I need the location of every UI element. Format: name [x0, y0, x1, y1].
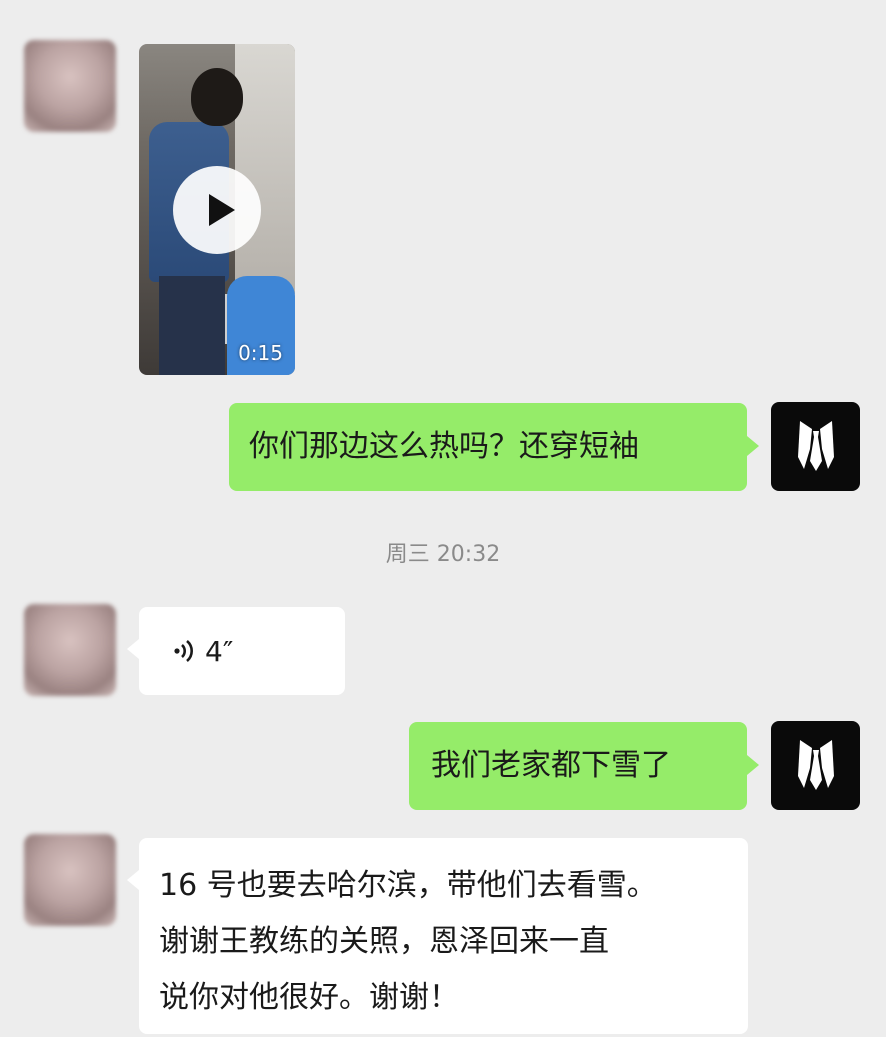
- video-thumbnail-person-legs: [159, 276, 225, 375]
- voice-message-bubble[interactable]: 4″: [127, 607, 345, 695]
- video-duration: 0:15: [238, 341, 283, 365]
- outgoing-message-bubble[interactable]: 我们老家都下雪了: [409, 722, 759, 810]
- message-line: 说你对他很好。谢谢！: [159, 980, 459, 1015]
- message-line: 16 号也要去哈尔滨，带他们去看雪。: [159, 868, 657, 903]
- play-icon[interactable]: [173, 166, 261, 254]
- contact-avatar[interactable]: [24, 834, 116, 926]
- message-text: 我们老家都下雪了: [431, 748, 671, 783]
- suit-tie-avatar-icon: [797, 420, 834, 471]
- message-text: 你们那边这么热吗？还穿短袖: [249, 429, 639, 464]
- self-avatar[interactable]: [771, 402, 860, 491]
- voice-length: 4″: [205, 634, 234, 668]
- voice-wave-icon: [174, 640, 193, 662]
- contact-avatar[interactable]: [24, 604, 116, 696]
- chat-timestamp: 周三 20:32: [385, 542, 501, 567]
- contact-avatar[interactable]: [24, 40, 116, 132]
- suit-tie-avatar-icon: [797, 739, 834, 790]
- video-thumbnail-person-head: [191, 68, 243, 126]
- incoming-message-bubble[interactable]: 16 号也要去哈尔滨，带他们去看雪。 谢谢王教练的关照，恩泽回来一直 说你对他很…: [127, 838, 748, 1034]
- self-avatar[interactable]: [771, 721, 860, 810]
- video-message[interactable]: 0:15: [139, 44, 295, 375]
- outgoing-message-bubble[interactable]: 你们那边这么热吗？还穿短袖: [229, 403, 759, 491]
- message-line: 谢谢王教练的关照，恩泽回来一直: [159, 924, 609, 959]
